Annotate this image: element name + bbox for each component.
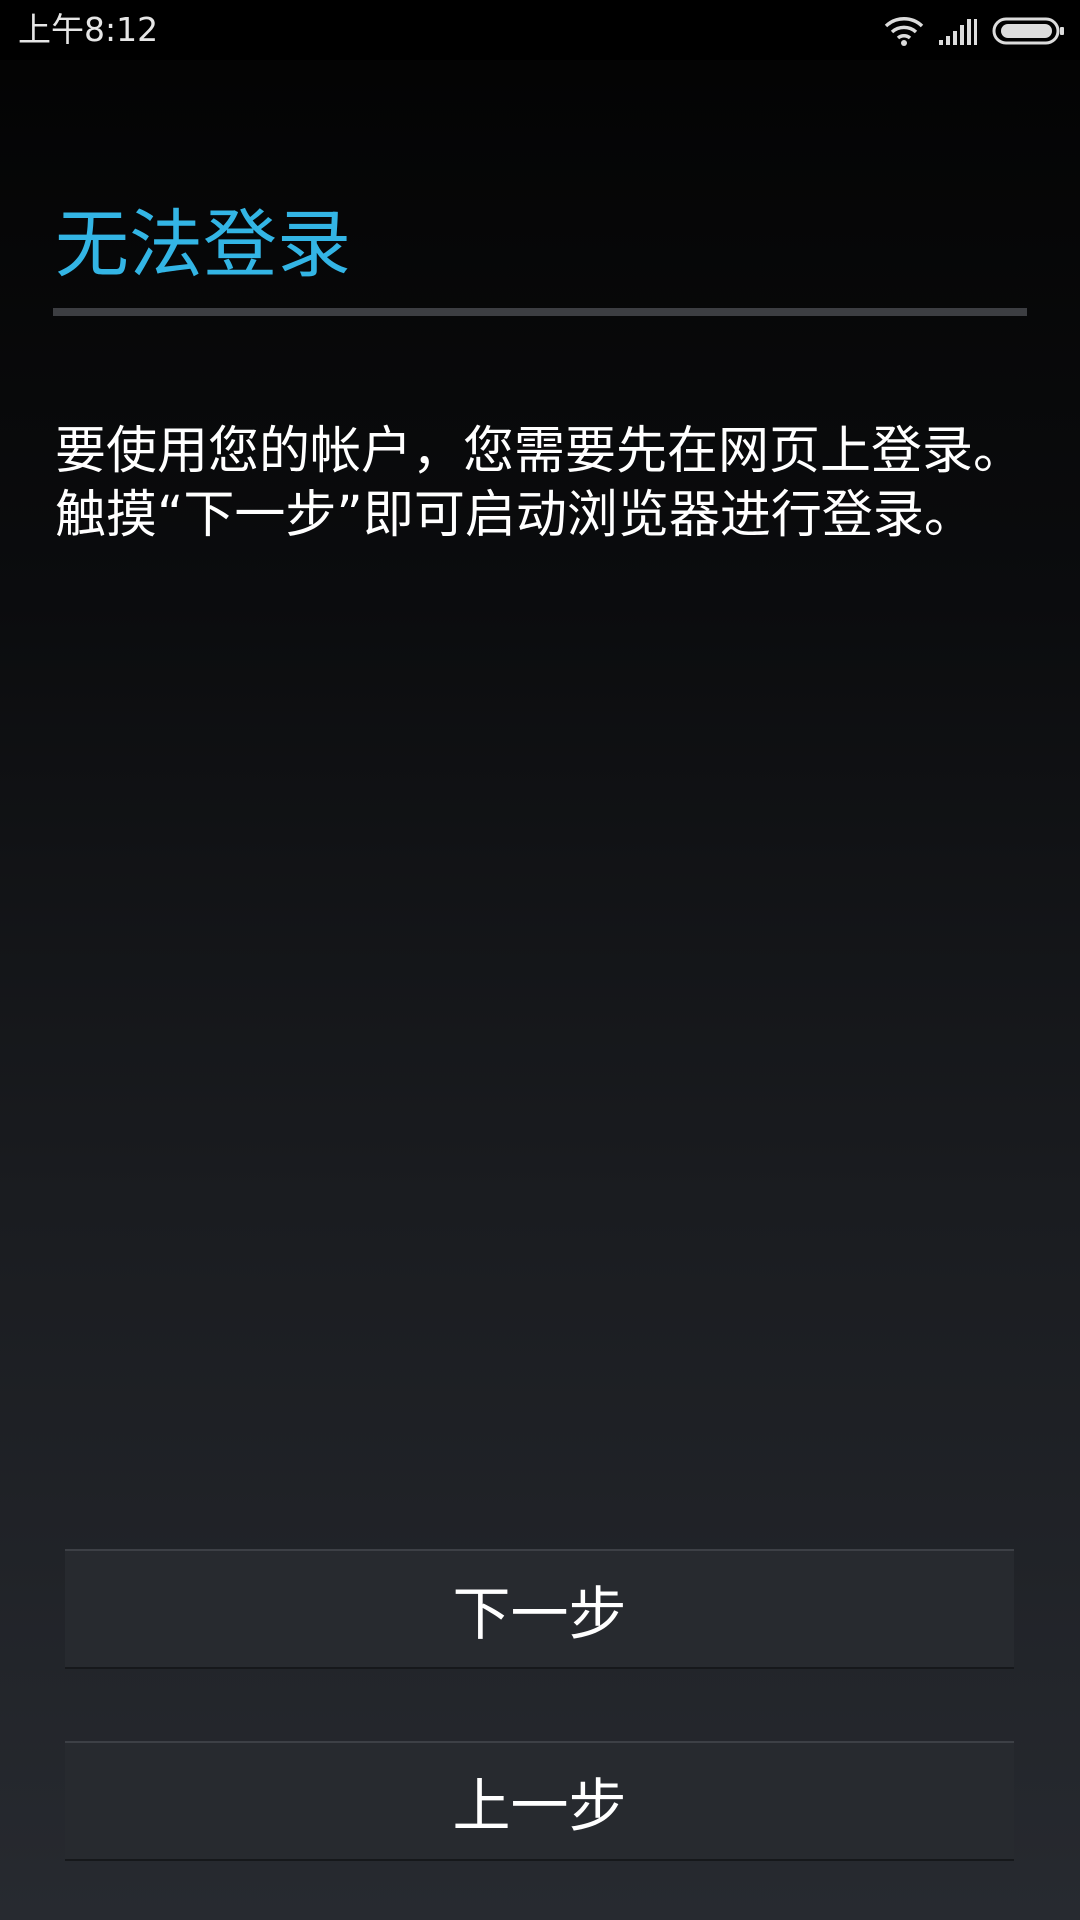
dialog-title: 无法登录 [55,202,351,288]
dialog-message: 要使用您的帐户，您需要先在网页上登录。触摸“下一步”即可启动浏览器进行登录。 [55,422,1025,545]
status-icons [884,14,1066,48]
battery-icon [992,16,1066,46]
title-divider [53,308,1027,316]
signal-icon [938,16,978,46]
back-button[interactable]: 上一步 [65,1741,1014,1861]
status-bar: 上午8:12 [0,0,1080,60]
status-time: 上午8:12 [18,10,159,49]
wifi-icon [884,16,924,46]
next-button[interactable]: 下一步 [65,1549,1014,1669]
